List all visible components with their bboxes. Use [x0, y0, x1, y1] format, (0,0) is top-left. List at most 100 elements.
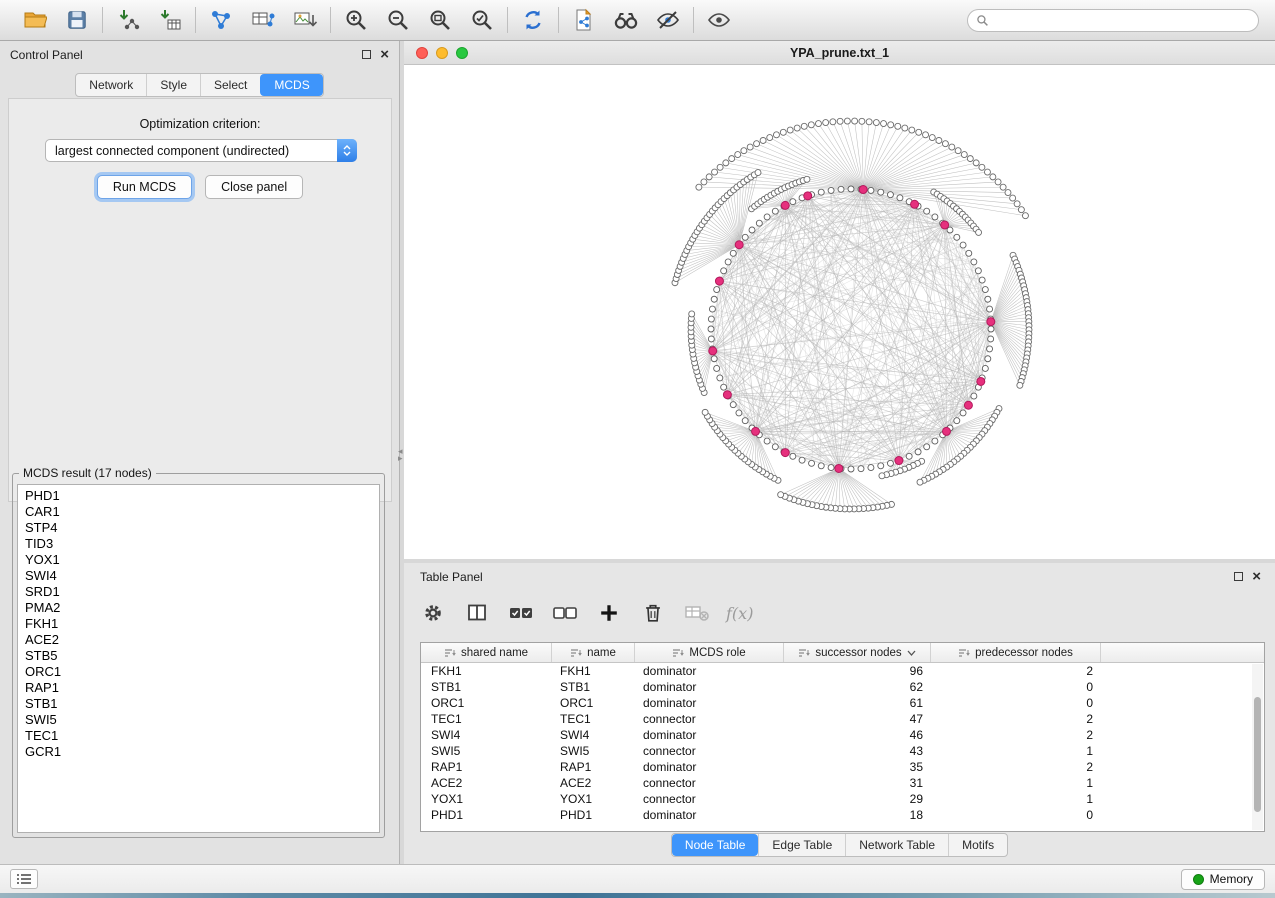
mcds-result-item[interactable]: STB5 — [25, 648, 379, 664]
table-cell: 0 — [931, 695, 1101, 711]
toggle-graphics-details-icon — [656, 8, 680, 32]
column-header-mcds-role[interactable]: MCDS role — [635, 643, 784, 662]
float-table-panel-icon[interactable] — [1234, 572, 1243, 581]
mcds-result-item[interactable]: CAR1 — [25, 504, 379, 520]
table-cell: dominator — [635, 695, 784, 711]
mcds-result-item[interactable]: FKH1 — [25, 616, 379, 632]
close-panel-button[interactable]: Close panel — [205, 175, 303, 199]
tab-motifs[interactable]: Motifs — [948, 834, 1007, 856]
show-hide-button[interactable] — [703, 5, 735, 35]
mcds-result-item[interactable]: TID3 — [25, 536, 379, 552]
float-panel-icon[interactable] — [362, 50, 371, 59]
memory-button[interactable]: Memory — [1181, 869, 1265, 890]
table-row[interactable]: ORC1ORC1dominator610 — [421, 695, 1264, 711]
toggle-graphics-details-button[interactable] — [652, 5, 684, 35]
close-panel-icon[interactable]: × — [380, 50, 389, 60]
mcds-result-item[interactable]: ORC1 — [25, 664, 379, 680]
mcds-result-item[interactable]: RAP1 — [25, 680, 379, 696]
criterion-dropdown[interactable]: largest connected component (undirected) — [45, 139, 357, 162]
network-graph[interactable] — [404, 65, 1275, 559]
tab-style[interactable]: Style — [146, 74, 200, 96]
mcds-result-item[interactable]: PMA2 — [25, 600, 379, 616]
network-canvas[interactable] — [404, 65, 1275, 559]
zoom-selected-button[interactable] — [466, 5, 498, 35]
import-table-file-button[interactable] — [154, 5, 186, 35]
column-label: predecessor nodes — [975, 647, 1073, 659]
mcds-result-item[interactable]: PHD1 — [25, 488, 379, 504]
table-row[interactable]: RAP1RAP1dominator352 — [421, 759, 1264, 775]
tab-edge-table[interactable]: Edge Table — [758, 834, 845, 856]
mcds-result-item[interactable]: SRD1 — [25, 584, 379, 600]
splitter-grip-icon[interactable]: ◂▸ — [398, 448, 403, 462]
table-scrollbar-track[interactable] — [1252, 664, 1263, 830]
mcds-result-item[interactable]: YOX1 — [25, 552, 379, 568]
table-cell — [1101, 807, 1264, 823]
status-bar: Memory — [0, 864, 1275, 893]
table-row[interactable]: SWI4SWI4dominator462 — [421, 727, 1264, 743]
new-network-button[interactable] — [205, 5, 237, 35]
table-row[interactable]: YOX1YOX1connector291 — [421, 791, 1264, 807]
table-row[interactable]: ACE2ACE2connector311 — [421, 775, 1264, 791]
table-cell: YOX1 — [421, 791, 552, 807]
control-panel-tabs: Network Style Select MCDS — [0, 73, 399, 97]
mcds-result-item[interactable]: STB1 — [25, 696, 379, 712]
mcds-result-item[interactable]: GCR1 — [25, 744, 379, 760]
table-row[interactable]: STB1STB1dominator620 — [421, 679, 1264, 695]
zoom-fit-button[interactable] — [424, 5, 456, 35]
table-cell — [1101, 663, 1264, 679]
binoculars-button[interactable] — [610, 5, 642, 35]
mcds-result-list[interactable]: PHD1CAR1STP4TID3YOX1SWI4SRD1PMA2FKH1ACE2… — [17, 484, 380, 833]
network-view-window: YPA_prune.txt_1 — [404, 41, 1275, 559]
tab-node-table[interactable]: Node Table — [672, 834, 759, 856]
network-window-titlebar[interactable]: YPA_prune.txt_1 — [404, 41, 1275, 65]
import-network-file-icon — [116, 8, 140, 32]
network-table-button[interactable] — [247, 5, 279, 35]
table-cell: dominator — [635, 663, 784, 679]
mcds-result-item[interactable]: ACE2 — [25, 632, 379, 648]
tab-network[interactable]: Network — [76, 74, 146, 96]
network-window-title: YPA_prune.txt_1 — [404, 46, 1275, 60]
column-header-successor-nodes[interactable]: successor nodes — [784, 643, 931, 662]
column-header-predecessor-nodes[interactable]: predecessor nodes — [931, 643, 1101, 662]
table-scrollbar-thumb[interactable] — [1254, 697, 1261, 812]
select-all-rows-button[interactable] — [506, 598, 536, 628]
task-history-button[interactable] — [10, 869, 38, 889]
optimization-criterion-label: Optimization criterion: — [9, 117, 391, 131]
table-row[interactable]: TEC1TEC1connector472 — [421, 711, 1264, 727]
table-cell: 43 — [784, 743, 931, 759]
tab-select[interactable]: Select — [200, 74, 260, 96]
table-row[interactable]: FKH1FKH1dominator962 — [421, 663, 1264, 679]
column-header-shared-name[interactable]: shared name — [421, 643, 552, 662]
memory-label: Memory — [1210, 872, 1253, 886]
share-document-button[interactable] — [568, 5, 600, 35]
delete-column-button[interactable] — [638, 598, 668, 628]
add-column-button[interactable] — [594, 598, 624, 628]
refresh-layout-button[interactable] — [517, 5, 549, 35]
tab-mcds[interactable]: MCDS — [260, 74, 322, 96]
search-field[interactable] — [967, 9, 1259, 32]
table-cell: 2 — [931, 727, 1101, 743]
mcds-result-item[interactable]: SWI4 — [25, 568, 379, 584]
close-table-panel-icon[interactable]: × — [1252, 572, 1261, 582]
zoom-out-button[interactable] — [382, 5, 414, 35]
function-builder-button[interactable]: f(x) — [726, 604, 753, 623]
mcds-result-item[interactable]: STP4 — [25, 520, 379, 536]
run-mcds-button[interactable]: Run MCDS — [97, 175, 192, 199]
search-input[interactable] — [994, 13, 1250, 27]
mcds-result-item[interactable]: SWI5 — [25, 712, 379, 728]
tab-network-table[interactable]: Network Table — [845, 834, 948, 856]
column-header-name[interactable]: name — [552, 643, 635, 662]
table-row[interactable]: SWI5SWI5connector431 — [421, 743, 1264, 759]
export-image-button[interactable] — [289, 5, 321, 35]
table-cell — [1101, 695, 1264, 711]
deselect-all-rows-button[interactable] — [550, 598, 580, 628]
open-session-button[interactable] — [19, 5, 51, 35]
table-cell: YOX1 — [552, 791, 635, 807]
table-settings-button[interactable] — [418, 598, 448, 628]
zoom-in-button[interactable] — [340, 5, 372, 35]
import-network-file-button[interactable] — [112, 5, 144, 35]
show-columns-button[interactable] — [462, 598, 492, 628]
table-row[interactable]: PHD1PHD1dominator180 — [421, 807, 1264, 823]
mcds-result-item[interactable]: TEC1 — [25, 728, 379, 744]
save-session-button[interactable] — [61, 5, 93, 35]
